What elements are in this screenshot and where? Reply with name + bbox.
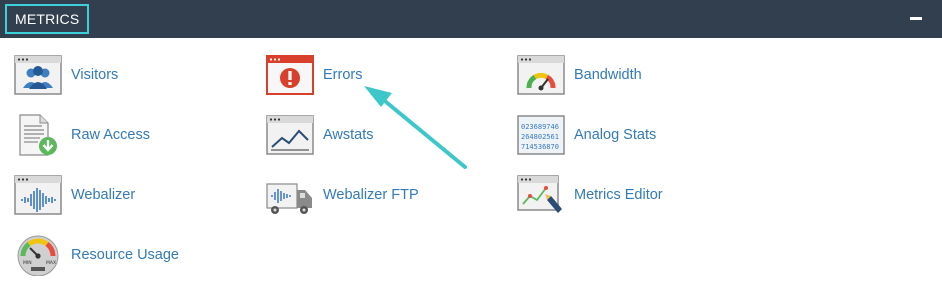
minus-icon[interactable] xyxy=(910,17,922,20)
analog-digits-row-2: 264802561 xyxy=(521,133,559,141)
gauge-max-label: MAX xyxy=(46,260,56,266)
webalizer-link[interactable]: Webalizer xyxy=(14,174,135,216)
analog-digits-row-1: 023689746 xyxy=(521,123,559,131)
bandwidth-link[interactable]: Bandwidth xyxy=(517,54,642,96)
analog-stats-link[interactable]: 023689746 264802561 714536870 Analog Sta… xyxy=(517,114,656,156)
webalizer-icon xyxy=(14,174,62,216)
bandwidth-label[interactable]: Bandwidth xyxy=(574,67,642,83)
webalizer-ftp-label[interactable]: Webalizer FTP xyxy=(323,187,419,203)
awstats-label[interactable]: Awstats xyxy=(323,127,374,143)
webalizer-ftp-link[interactable]: Webalizer FTP xyxy=(266,174,419,216)
bandwidth-icon xyxy=(517,54,565,96)
webalizer-label[interactable]: Webalizer xyxy=(71,187,135,203)
section-title[interactable]: METRICS xyxy=(5,4,90,34)
analog-stats-label[interactable]: Analog Stats xyxy=(574,127,656,143)
metrics-header: METRICS xyxy=(0,0,942,38)
awstats-link[interactable]: Awstats xyxy=(266,114,374,156)
visitors-icon xyxy=(14,54,62,96)
visitors-label[interactable]: Visitors xyxy=(71,67,118,83)
raw-access-icon xyxy=(14,114,62,156)
metrics-editor-link[interactable]: Metrics Editor xyxy=(517,174,663,216)
awstats-icon xyxy=(266,114,314,156)
raw-access-label[interactable]: Raw Access xyxy=(71,127,150,143)
resource-usage-link[interactable]: MIN MAX Resource Usage xyxy=(14,234,179,276)
webalizer-ftp-icon xyxy=(266,174,314,216)
metrics-editor-icon xyxy=(517,174,565,216)
metrics-editor-label[interactable]: Metrics Editor xyxy=(574,187,663,203)
raw-access-link[interactable]: Raw Access xyxy=(14,114,150,156)
errors-icon xyxy=(266,54,314,96)
visitors-link[interactable]: Visitors xyxy=(14,54,118,96)
gauge-min-label: MIN xyxy=(23,260,32,266)
analog-digits-row-3: 714536870 xyxy=(521,143,559,151)
errors-label[interactable]: Errors xyxy=(323,67,362,83)
resource-usage-label[interactable]: Resource Usage xyxy=(71,247,179,263)
resource-usage-icon: MIN MAX xyxy=(14,234,62,276)
analog-stats-icon: 023689746 264802561 714536870 xyxy=(517,114,565,156)
errors-link[interactable]: Errors xyxy=(266,54,362,96)
